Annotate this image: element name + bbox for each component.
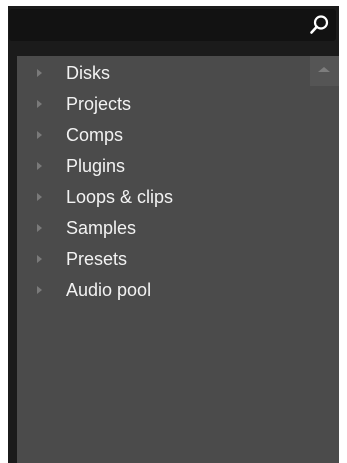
expand-arrow-icon[interactable] [37,69,42,77]
expand-arrow-icon[interactable] [37,131,42,139]
tree-item-disks[interactable]: Disks [17,58,307,89]
tree-item-plugins[interactable]: Plugins [17,151,307,182]
expand-arrow-icon[interactable] [37,193,42,201]
tree-item-audio-pool[interactable]: Audio pool [17,275,307,306]
expand-arrow-icon[interactable] [37,100,42,108]
tree-item-loops-clips[interactable]: Loops & clips [17,182,307,213]
tree-item-label: Samples [66,218,137,238]
tree-item-label: Comps [66,125,124,145]
tree-item-label: Audio pool [66,280,152,300]
scroll-up-button[interactable] [310,56,339,86]
tree-item-label: Disks [66,63,110,83]
expand-arrow-icon[interactable] [37,255,42,263]
search-input[interactable] [15,13,295,37]
tree-item-label: Presets [66,249,128,269]
expand-arrow-icon[interactable] [37,224,42,232]
scroll-up-icon [318,67,330,72]
tree-item-samples[interactable]: Samples [17,213,307,244]
tree-item-projects[interactable]: Projects [17,89,307,120]
expand-arrow-icon[interactable] [37,162,42,170]
tree-item-presets[interactable]: Presets [17,244,307,275]
tree-item-label: Loops & clips [66,187,174,207]
browser-tree: Disks Projects Comps Plugins Loops & cli… [17,58,307,306]
tree-item-label: Projects [66,94,132,114]
browser-panel: Disks Projects Comps Plugins Loops & cli… [17,56,339,463]
tree-item-comps[interactable]: Comps [17,120,307,151]
search-icon[interactable] [308,14,330,36]
expand-arrow-icon[interactable] [37,286,42,294]
search-bar [9,9,336,41]
tree-item-label: Plugins [66,156,126,176]
